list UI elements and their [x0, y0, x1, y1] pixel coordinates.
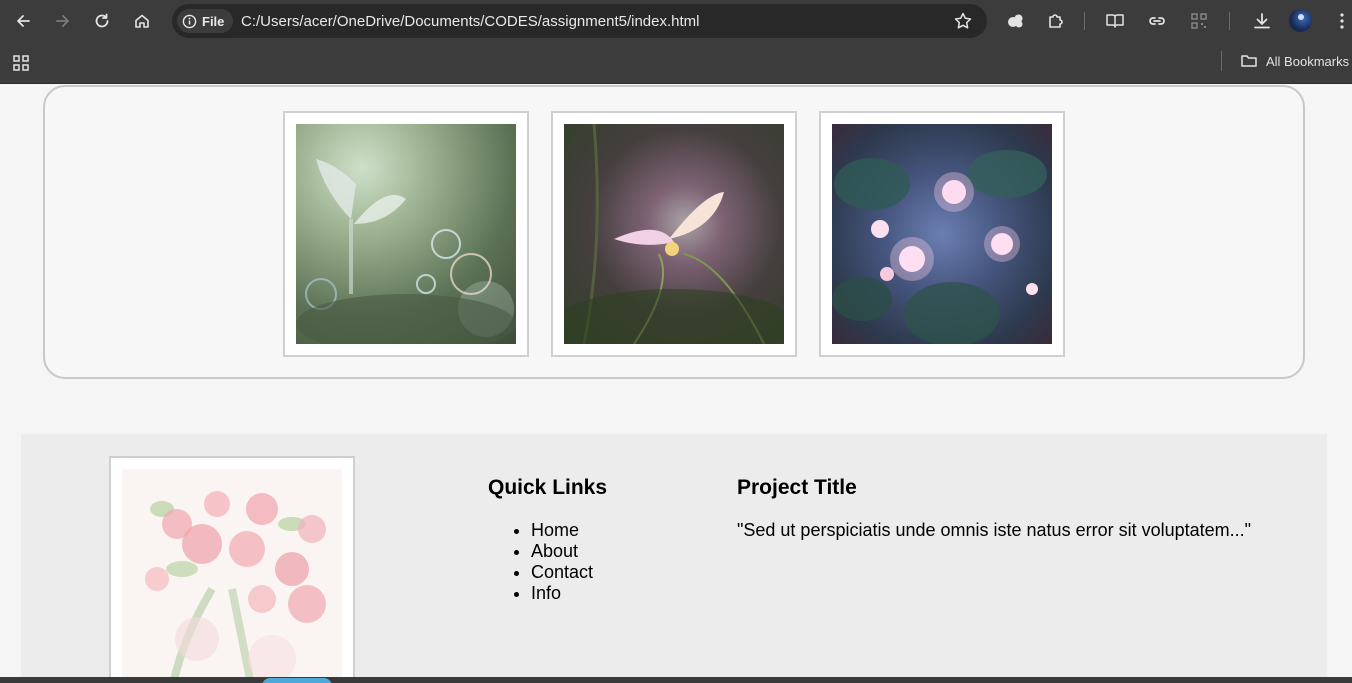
quick-link-about[interactable]: About: [531, 541, 593, 562]
project-title: Project Title: [737, 476, 857, 499]
site-info-label: File: [202, 13, 225, 29]
site-info-chip[interactable]: File: [177, 9, 233, 33]
page-viewport: Quick Links Home About Contact Info Proj…: [0, 84, 1352, 683]
extensions-menu-button[interactable]: [1044, 9, 1068, 33]
reload-icon: [95, 13, 109, 28]
forward-arrow-icon: [56, 15, 69, 27]
home-icon: [135, 14, 149, 28]
apps-grid-icon[interactable]: [11, 53, 31, 73]
glowing-flowers-image: [832, 124, 1052, 344]
kebab-menu-icon: [1340, 13, 1344, 29]
reading-mode-button[interactable]: [1103, 9, 1127, 33]
qr-code-button[interactable]: [1187, 9, 1211, 33]
all-bookmarks-button[interactable]: All Bookmarks: [1240, 52, 1349, 70]
extension-blob-icon: [1008, 14, 1023, 28]
more-menu-button[interactable]: [1330, 9, 1352, 33]
home-button[interactable]: [127, 6, 157, 36]
window-bottom-edge: [0, 677, 1352, 683]
bookmarks-divider: [1221, 51, 1222, 71]
gallery-thumbnail[interactable]: [819, 111, 1065, 357]
back-arrow-icon: [17, 15, 30, 27]
quick-link-contact[interactable]: Contact: [531, 562, 593, 583]
gallery-thumbnail[interactable]: [283, 111, 529, 357]
toolbar-divider: [1084, 12, 1085, 30]
link-icon: [1149, 17, 1165, 25]
download-icon: [1254, 13, 1270, 29]
quick-links-list: Home About Contact Info: [531, 520, 593, 604]
folder-icon: [1241, 55, 1257, 67]
image-gallery: [43, 85, 1305, 379]
copy-link-button[interactable]: [1145, 9, 1169, 33]
toolbar-divider: [1229, 12, 1230, 30]
gallery-thumbnail[interactable]: [551, 111, 797, 357]
reload-button[interactable]: [87, 6, 117, 36]
quick-link-info[interactable]: Info: [531, 583, 593, 604]
qr-code-icon: [1191, 13, 1207, 29]
puzzle-icon: [1049, 14, 1063, 28]
page-footer: Quick Links Home About Contact Info Proj…: [21, 434, 1327, 683]
url-text[interactable]: C:/Users/acer/OneDrive/Documents/CODES/a…: [241, 13, 700, 30]
reading-mode-icon: [1106, 14, 1124, 28]
back-button[interactable]: [8, 6, 38, 36]
downloads-button[interactable]: [1250, 9, 1274, 33]
browser-toolbar: File C:/Users/acer/OneDrive/Documents/CO…: [0, 0, 1352, 41]
butterfly-flower-image: [564, 124, 784, 344]
all-bookmarks-label: All Bookmarks: [1266, 53, 1350, 69]
info-icon: [182, 14, 197, 28]
taskbar-peek: [262, 678, 332, 683]
footer-thumbnail[interactable]: [109, 456, 355, 683]
extension-button[interactable]: [1004, 9, 1028, 33]
profile-avatar[interactable]: [1289, 9, 1312, 32]
watercolor-roses-image: [122, 469, 342, 683]
forward-button[interactable]: [48, 6, 78, 36]
quick-link-home[interactable]: Home: [531, 520, 593, 541]
address-bar[interactable]: File C:/Users/acer/OneDrive/Documents/CO…: [172, 4, 987, 38]
bookmark-star-icon[interactable]: [953, 11, 973, 31]
butterfly-bubbles-image: [296, 124, 516, 344]
bookmarks-bar: All Bookmarks: [0, 41, 1352, 84]
quick-links-title: Quick Links: [488, 476, 608, 499]
project-quote: "Sed ut perspiciatis unde omnis iste nat…: [737, 520, 1252, 540]
